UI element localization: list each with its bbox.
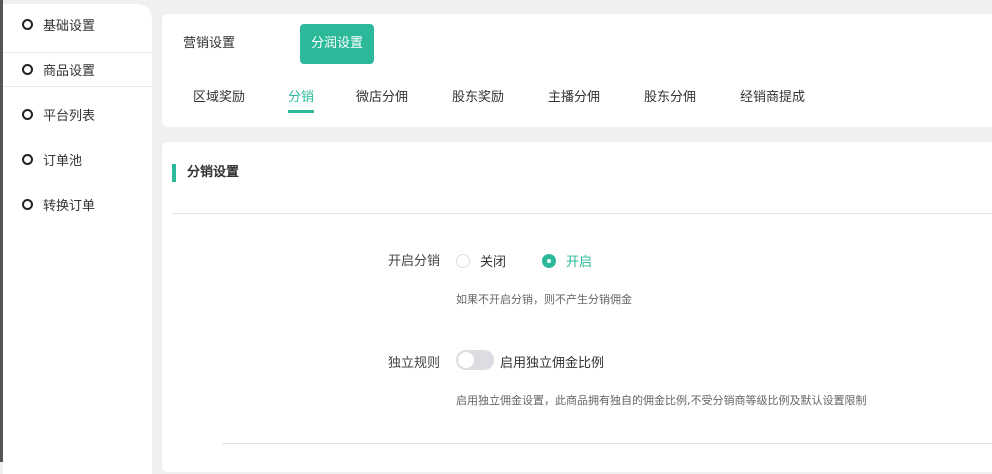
- subtab-region-reward[interactable]: 区域奖励: [193, 86, 245, 105]
- divider: [172, 213, 992, 214]
- radio-off[interactable]: 关闭: [456, 251, 506, 270]
- sidebar-item-platforms[interactable]: 平台列表: [3, 99, 152, 129]
- divider: [222, 443, 992, 444]
- tab-marketing-settings[interactable]: 营销设置: [172, 24, 246, 64]
- subtab-dealer-commission[interactable]: 经销商提成: [740, 86, 805, 105]
- sidebar: 基础设置 商品设置 平台列表 订单池 转换订单: [3, 4, 152, 474]
- radio-on[interactable]: 开启: [542, 251, 592, 270]
- sidebar-item-label: 平台列表: [43, 108, 96, 124]
- sidebar-item-order-pool[interactable]: 订单池: [3, 144, 152, 174]
- subtab-shop-commission[interactable]: 微店分佣: [356, 86, 408, 105]
- circle-icon: [22, 108, 33, 120]
- subtab-shareholder-reward[interactable]: 股东奖励: [452, 86, 504, 105]
- radio-label: 开启: [566, 255, 593, 270]
- independent-toggle[interactable]: [456, 350, 494, 370]
- independent-hint: 启用独立佣金设置，此商品拥有独自的佣金比例,不受分销商等级比例及默认设置限制: [456, 394, 867, 407]
- enable-label: 开启分销: [388, 254, 441, 269]
- subtab-distribution[interactable]: 分销: [288, 86, 315, 113]
- sidebar-item-label: 商品设置: [43, 64, 96, 79]
- circle-icon: [22, 153, 33, 165]
- toggle-label: 启用独立佣金比例: [500, 356, 605, 371]
- subtab-shareholder-commission[interactable]: 股东分佣: [644, 86, 696, 105]
- circle-icon: [22, 198, 33, 210]
- sidebar-item-label: 转换订单: [43, 198, 96, 214]
- radio-icon: [456, 253, 470, 268]
- sidebar-item-goods[interactable]: 商品设置: [3, 52, 152, 87]
- sidebar-item-label: 基础设置: [43, 18, 96, 34]
- independent-label: 独立规则: [388, 356, 441, 371]
- subtab-anchor-commission[interactable]: 主播分佣: [548, 86, 600, 105]
- sidebar-item-basic[interactable]: 基础设置: [3, 9, 152, 39]
- distribution-settings-card: 分销设置 开启分销 关闭 开启 如果不开启分销，则不产生分销佣金 独立规则 启用…: [162, 142, 992, 472]
- settings-nav-card: 营销设置 分润设置 区域奖励 分销 微店分佣 股东奖励 主播分佣 股东分佣 经销…: [162, 14, 992, 127]
- radio-label: 关闭: [480, 255, 507, 270]
- circle-icon: [22, 18, 33, 30]
- sidebar-item-convert-orders[interactable]: 转换订单: [3, 189, 152, 219]
- circle-icon: [22, 64, 33, 75]
- radio-checked-icon: [542, 253, 556, 268]
- enable-hint: 如果不开启分销，则不产生分销佣金: [456, 293, 632, 306]
- tab-profit-settings[interactable]: 分润设置: [300, 24, 375, 64]
- section-title: 分销设置: [172, 164, 239, 182]
- sidebar-item-label: 订单池: [43, 153, 83, 169]
